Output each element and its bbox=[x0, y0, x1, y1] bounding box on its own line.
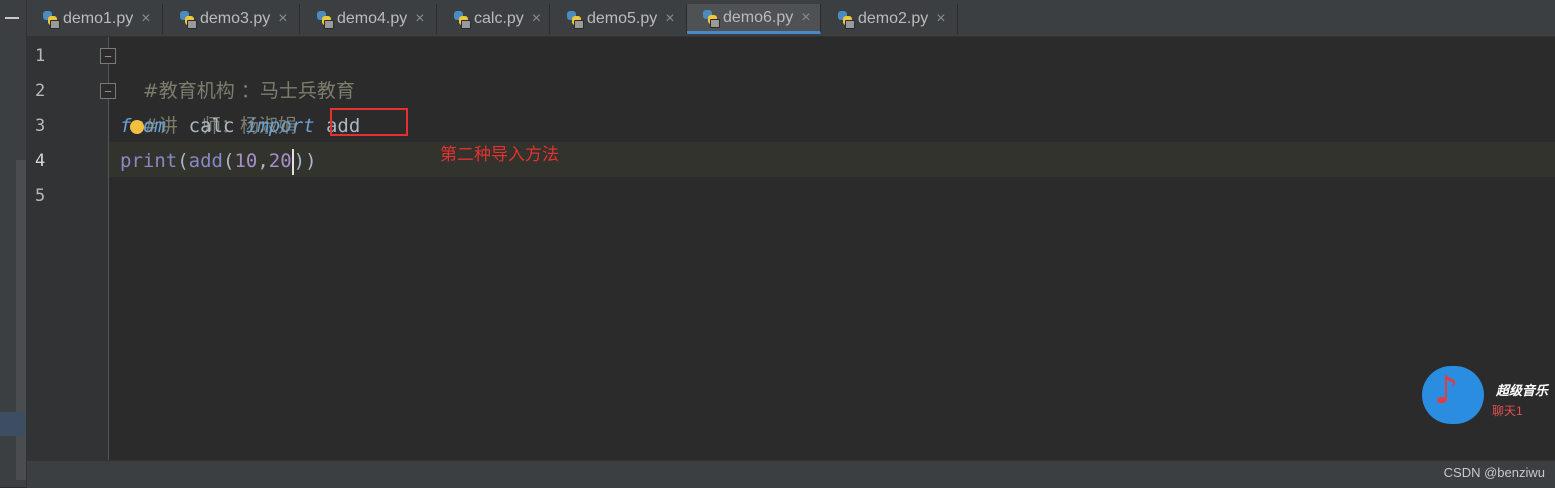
tab-demo6[interactable]: demo6.py × bbox=[687, 4, 821, 34]
close-icon[interactable]: × bbox=[415, 10, 424, 28]
close-icon[interactable]: × bbox=[801, 9, 810, 27]
comma: , bbox=[257, 150, 269, 172]
tab-label: demo3.py bbox=[200, 10, 271, 27]
highlight-box bbox=[330, 108, 408, 136]
module-name: calc bbox=[188, 115, 235, 137]
tab-demo3[interactable]: demo3.py × bbox=[164, 4, 300, 34]
widget-subtitle: 聊天1 bbox=[1492, 404, 1523, 418]
tab-label: demo6.py bbox=[723, 8, 794, 26]
current-line-highlight bbox=[109, 142, 1555, 177]
close-icon[interactable]: × bbox=[532, 10, 541, 28]
paren: ( bbox=[177, 150, 189, 172]
music-note-icon: ♪ bbox=[1434, 368, 1459, 412]
fold-collapse-icon[interactable]: − bbox=[100, 48, 116, 64]
tool-window-strip bbox=[0, 0, 27, 487]
builtin-print: print bbox=[120, 150, 178, 172]
tab-demo4[interactable]: demo4.py × bbox=[301, 4, 437, 34]
gutter-divider bbox=[108, 37, 109, 460]
annotation-label: 第二种导入方法 bbox=[440, 145, 559, 165]
code-line-3: from calc import add bbox=[120, 109, 360, 144]
number-literal: 10 bbox=[234, 150, 258, 172]
line-number: 1 bbox=[35, 46, 46, 66]
python-file-icon bbox=[452, 10, 471, 29]
code-line-2: #讲 师：杨淑娟 bbox=[120, 74, 297, 137]
status-bar: CSDN @benziwu bbox=[27, 460, 1555, 488]
line-number: 4 bbox=[35, 151, 46, 171]
close-icon[interactable]: × bbox=[141, 10, 150, 28]
python-file-icon bbox=[565, 10, 584, 29]
code-line-1: #教育机构 ：马士兵教育 bbox=[120, 39, 355, 102]
close-icon[interactable]: × bbox=[665, 10, 674, 28]
number-literal: 20 bbox=[268, 150, 292, 172]
tab-demo2[interactable]: demo2.py × bbox=[822, 4, 958, 34]
tab-label: demo4.py bbox=[337, 10, 408, 27]
close-icon[interactable]: × bbox=[278, 10, 287, 28]
tab-calc[interactable]: calc.py × bbox=[438, 4, 550, 34]
close-icon[interactable]: × bbox=[936, 10, 945, 28]
line-number: 5 bbox=[35, 186, 46, 206]
python-file-icon bbox=[701, 9, 720, 28]
tab-label: demo5.py bbox=[587, 10, 658, 27]
keyword-import: import bbox=[245, 115, 315, 137]
tab-demo1[interactable]: demo1.py × bbox=[27, 4, 163, 34]
paren: ( bbox=[222, 150, 235, 172]
editor-tab-bar: demo1.py × demo3.py × demo4.py × calc.py… bbox=[27, 0, 1555, 37]
widget-title: 超级音乐 bbox=[1496, 383, 1549, 398]
python-file-icon bbox=[315, 10, 334, 29]
function-add: add bbox=[188, 150, 223, 172]
line-number: 2 bbox=[35, 81, 46, 101]
python-file-icon bbox=[836, 10, 855, 29]
tab-label: demo2.py bbox=[858, 10, 929, 27]
code-line-4: print(add(10,20)) bbox=[120, 144, 317, 179]
paren: )) bbox=[293, 150, 317, 172]
python-file-icon bbox=[41, 10, 60, 29]
tab-label: calc.py bbox=[474, 10, 524, 27]
minimize-icon[interactable] bbox=[5, 17, 19, 19]
watermark: CSDN @benziwu bbox=[1443, 465, 1545, 480]
python-file-icon bbox=[178, 10, 197, 29]
selected-tool-band bbox=[0, 412, 26, 436]
line-number: 3 bbox=[35, 116, 46, 136]
tab-demo5[interactable]: demo5.py × bbox=[551, 4, 687, 34]
fold-end-icon[interactable]: − bbox=[100, 83, 116, 99]
music-app-widget[interactable]: ♪ 超级音乐 聊天1 bbox=[1420, 362, 1555, 428]
tab-label: demo1.py bbox=[63, 10, 134, 27]
lightbulb-icon[interactable] bbox=[130, 120, 144, 134]
